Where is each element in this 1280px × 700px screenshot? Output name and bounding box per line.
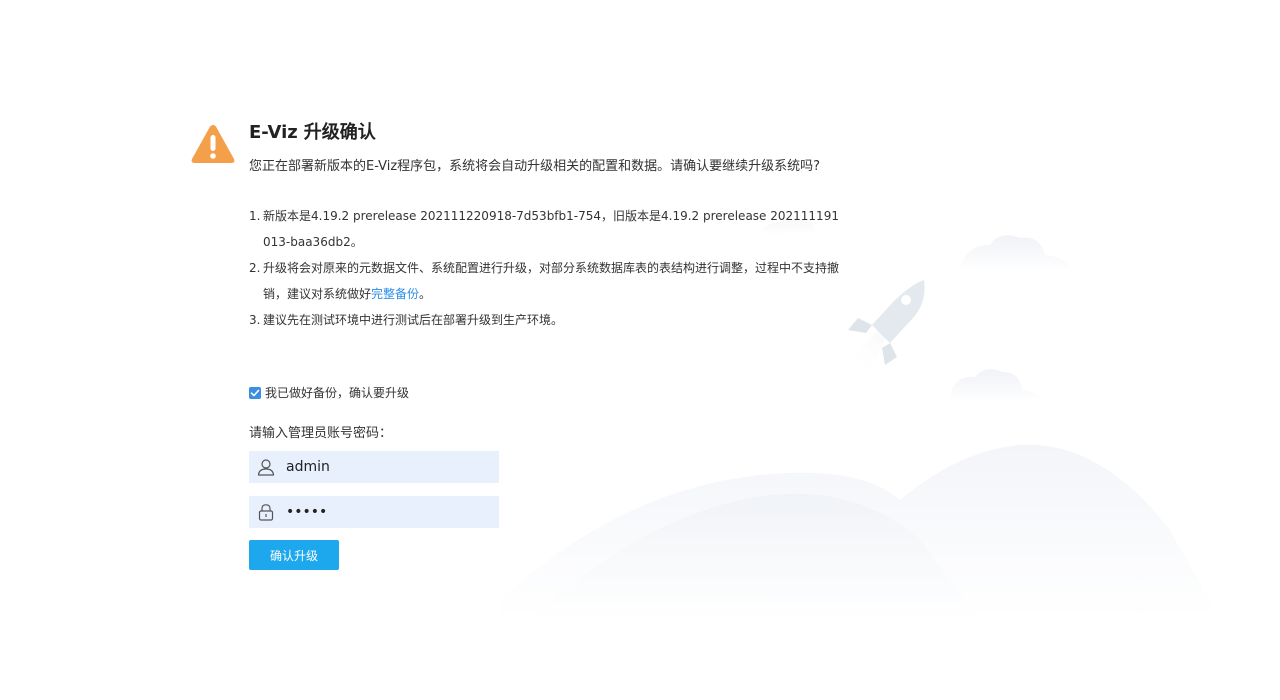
backup-confirm-checkbox[interactable] (249, 386, 261, 399)
note-item: 2. 升级将会对原来的元数据文件、系统配置进行升级，对部分系统数据库表的表结构进… (249, 255, 845, 307)
backup-confirm-label: 我已做好备份，确认要升级 (265, 386, 410, 400)
credentials-prompt: 请输入管理员账号密码： (249, 426, 393, 441)
confirm-upgrade-button[interactable]: 确认升级 (249, 540, 339, 570)
lock-icon (256, 502, 276, 522)
warning-icon (191, 125, 235, 163)
description-text: 您正在部署新版本的E-Viz程序包，系统将会自动升级相关的配置和数据。请确认要继… (249, 159, 821, 174)
title-product: E-Viz (249, 122, 298, 143)
username-input[interactable] (286, 459, 486, 475)
username-field[interactable] (249, 451, 499, 483)
note-number: 1. (249, 209, 261, 223)
password-field[interactable] (249, 496, 499, 528)
page-title: E-Viz 升级确认 (249, 120, 849, 146)
backup-confirm-row[interactable]: 我已做好备份，确认要升级 (249, 384, 409, 401)
note-number: 3. (249, 313, 261, 327)
note-text: 建议先在测试环境中进行测试后在部署升级到生产环境。 (263, 313, 564, 327)
rocket-illustration (848, 280, 925, 370)
note-number: 2. (249, 261, 261, 275)
background-illustration (500, 217, 1220, 620)
title-action: 升级确认 (303, 122, 376, 143)
user-icon (256, 457, 276, 477)
note-text-end: 。 (419, 287, 432, 301)
note-text: 新版本是4.19.2 prerelease 202111220918-7d53b… (263, 209, 839, 249)
checkmark-icon (250, 389, 260, 396)
note-item: 1. 新版本是4.19.2 prerelease 202111220918-7d… (249, 203, 845, 255)
full-backup-link[interactable]: 完整备份 (371, 287, 419, 301)
note-text: 升级将会对原来的元数据文件、系统配置进行升级，对部分系统数据库表的表结构进行调整… (263, 261, 840, 301)
password-input[interactable] (286, 504, 486, 520)
note-item: 3. 建议先在测试环境中进行测试后在部署升级到生产环境。 (249, 307, 845, 333)
upgrade-notes-list: 1. 新版本是4.19.2 prerelease 202111220918-7d… (249, 203, 845, 333)
upgrade-dialog-content: E-Viz 升级确认 您正在部署新版本的E-Viz程序包，系统将会自动升级相关的配… (249, 120, 849, 333)
